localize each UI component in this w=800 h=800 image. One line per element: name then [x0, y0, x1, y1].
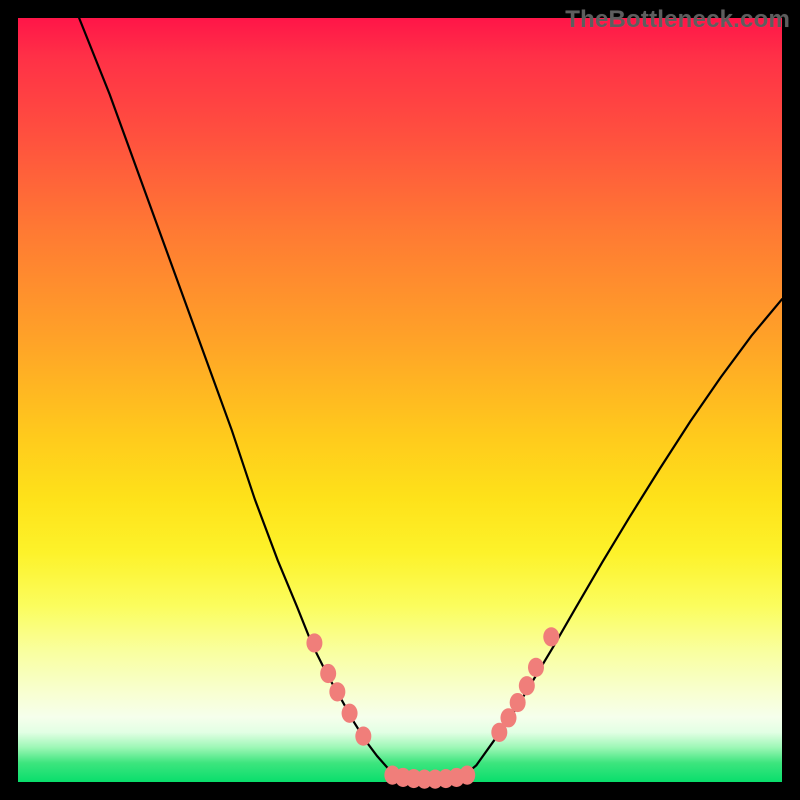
marker-point: [342, 704, 358, 723]
marker-point: [459, 766, 475, 785]
chart-svg: [18, 18, 782, 782]
curve-lines: [79, 18, 782, 781]
marker-point: [528, 658, 544, 677]
marker-point: [329, 682, 345, 701]
series-right-curve: [461, 299, 782, 778]
marker-point: [355, 727, 371, 746]
curve-markers: [306, 627, 559, 788]
marker-point: [519, 676, 535, 695]
plot-area: [18, 18, 782, 782]
watermark-text: TheBottleneck.com: [565, 6, 790, 34]
marker-point: [510, 693, 526, 712]
marker-point: [320, 664, 336, 683]
marker-point: [543, 627, 559, 646]
marker-point: [306, 633, 322, 652]
chart-frame: TheBottleneck.com: [0, 0, 800, 800]
series-left-curve: [79, 18, 400, 779]
